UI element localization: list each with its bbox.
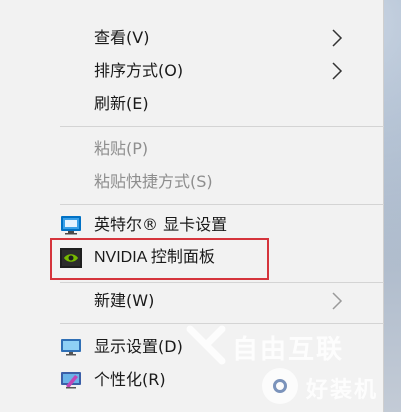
menu-item-label: 英特尔® 显卡设置: [94, 215, 228, 234]
menu-item-personalize[interactable]: 个性化(R): [0, 364, 384, 397]
menu-item-refresh[interactable]: 刷新(E): [0, 88, 384, 121]
chevron-right-icon: [332, 62, 343, 80]
highlight-box: [50, 238, 269, 280]
intel-graphics-icon: [61, 216, 81, 235]
menu-item-label: 刷新(E): [94, 94, 149, 113]
menu-item-view[interactable]: 查看(V): [0, 22, 384, 55]
monitor-icon: [61, 339, 81, 356]
menu-item-paste-shortcut[interactable]: 粘贴快捷方式(S): [0, 166, 384, 199]
menu-separator: [60, 323, 384, 324]
menu-item-label: 显示设置(D): [94, 337, 183, 356]
menu-item-label: 粘贴快捷方式(S): [94, 172, 213, 191]
menu-item-label: 查看(V): [94, 28, 150, 47]
personalize-icon: [61, 372, 81, 389]
menu-separator: [60, 126, 384, 127]
menu-item-display-settings[interactable]: 显示设置(D): [0, 331, 384, 364]
menu-item-label: 个性化(R): [94, 370, 166, 389]
menu-separator: [60, 204, 384, 205]
menu-item-label: 排序方式(O): [94, 61, 184, 80]
desktop-context-menu: 查看(V) 排序方式(O) 刷新(E) 粘贴(P) 粘贴快捷方式(S) 英特尔®…: [0, 0, 384, 412]
menu-separator: [60, 282, 384, 283]
chevron-right-icon: [332, 29, 343, 47]
menu-item-label: 粘贴(P): [94, 139, 149, 158]
menu-item-sort-by[interactable]: 排序方式(O): [0, 55, 384, 88]
menu-item-label: 新建(W): [94, 291, 155, 310]
menu-item-paste[interactable]: 粘贴(P): [0, 133, 384, 166]
chevron-right-icon: [332, 292, 343, 310]
menu-item-new[interactable]: 新建(W): [0, 285, 384, 318]
